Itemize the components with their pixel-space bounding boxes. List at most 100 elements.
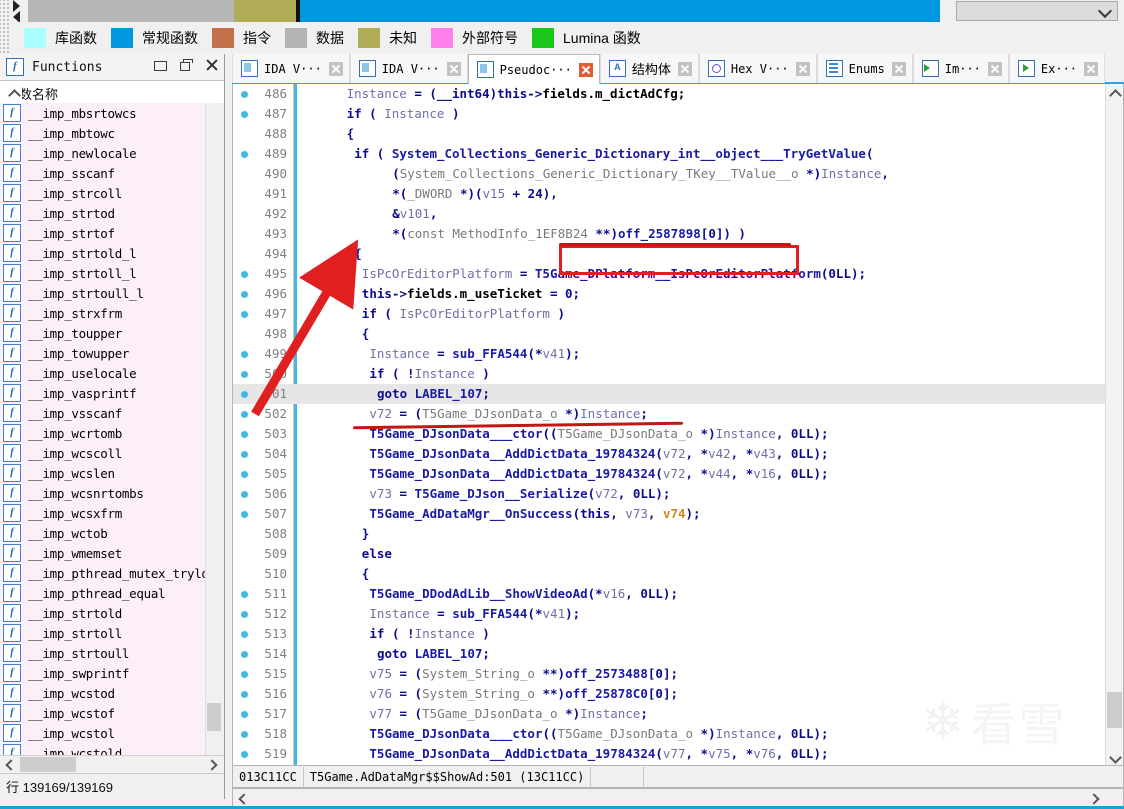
tab-close-icon[interactable] xyxy=(328,61,343,76)
code-line-490[interactable]: 490 (System_Collections_Generic_Dictionar… xyxy=(233,164,1105,184)
code-line-text[interactable]: T5Game_AdDataMgr__OnSuccess(this, v73, v… xyxy=(301,504,700,524)
tab-close-icon[interactable] xyxy=(1084,61,1099,76)
code-line-488[interactable]: 488 { xyxy=(233,124,1105,144)
code-line-517[interactable]: 517 v77 = (T5Game_DJsonData_o *)Instance; xyxy=(233,704,1105,724)
code-line-512[interactable]: 512 Instance = sub_FFA544(*v41); xyxy=(233,604,1105,624)
code-scroll-down-button[interactable] xyxy=(1106,749,1123,765)
code-line-503[interactable]: 503 T5Game_DJsonData___ctor((T5Game_DJson… xyxy=(233,424,1105,444)
function-list-item[interactable]: f __imp_swprintf xyxy=(0,663,206,683)
tab-close-icon[interactable] xyxy=(795,61,810,76)
code-line-text[interactable]: } xyxy=(301,524,370,544)
code-line-text[interactable]: T5Game_DJsonData__AddDictData_19784324(v… xyxy=(301,464,828,484)
tab-6[interactable]: Im··· xyxy=(912,54,1009,83)
code-line-text[interactable]: v75 = (System_String_o **)off_2573488[0]… xyxy=(301,664,678,684)
code-line-text[interactable]: else xyxy=(301,544,392,564)
breakpoint-dot-icon[interactable] xyxy=(241,611,248,618)
tab-close-icon[interactable] xyxy=(677,61,692,76)
function-list-item[interactable]: f __imp_wcrtomb xyxy=(0,423,206,443)
breakpoint-dot-icon[interactable] xyxy=(241,751,248,758)
restore-window-button[interactable] xyxy=(152,57,168,73)
code-line-text[interactable]: &v101, xyxy=(301,204,437,224)
code-line-506[interactable]: 506 v73 = T5Game_DJson__Serialize(v72, 0L… xyxy=(233,484,1105,504)
function-list-item[interactable]: f __imp_towupper xyxy=(0,343,206,363)
breakpoint-dot-icon[interactable] xyxy=(241,111,248,118)
function-list-item[interactable]: f __imp_wcsxfrm xyxy=(0,503,206,523)
code-line-486[interactable]: 486 Instance = (__int64)this->fields.m_di… xyxy=(233,84,1105,104)
code-hscroll-left-button[interactable] xyxy=(235,791,249,805)
code-line-509[interactable]: 509 else xyxy=(233,544,1105,564)
code-line-text[interactable]: v73 = T5Game_DJson__Serialize(v72, 0LL); xyxy=(301,484,670,504)
close-window-button[interactable] xyxy=(204,57,220,73)
breakpoint-dot-icon[interactable] xyxy=(241,631,248,638)
function-list-item[interactable]: f __imp_pthread_equal xyxy=(0,583,206,603)
function-list-item[interactable]: f __imp_wcsnrtombs xyxy=(0,483,206,503)
code-line-494[interactable]: 494 { xyxy=(233,244,1105,264)
code-line-text[interactable]: (System_Collections_Generic_Dictionary_T… xyxy=(301,164,889,184)
code-line-text[interactable]: goto LABEL_107; xyxy=(301,644,490,664)
function-list-item[interactable]: f __imp_mbtowc xyxy=(0,123,206,143)
breakpoint-dot-icon[interactable] xyxy=(241,471,248,478)
breakpoint-dot-icon[interactable] xyxy=(241,151,248,158)
function-list-item[interactable]: f __imp_strtoull xyxy=(0,643,206,663)
code-line-text[interactable]: if ( IsPcOrEditorPlatform ) xyxy=(301,304,565,324)
code-line-493[interactable]: 493 *(const MethodInfo_1EF8B24 **)off_258… xyxy=(233,224,1105,244)
code-hscroll-right-button[interactable] xyxy=(1087,791,1101,805)
function-list-item[interactable]: f __imp_strcoll xyxy=(0,183,206,203)
maximize-window-button[interactable] xyxy=(178,57,194,73)
code-line-508[interactable]: 508} xyxy=(233,524,1105,544)
function-list-item[interactable]: f __imp_strtoll_l xyxy=(0,263,206,283)
functions-hscroll-left-button[interactable] xyxy=(2,757,17,772)
code-line-text[interactable]: Instance = (__int64)this->fields.m_dictA… xyxy=(301,84,686,104)
code-line-513[interactable]: 513 if ( !Instance ) xyxy=(233,624,1105,644)
tab-1[interactable]: IDA V··· xyxy=(349,54,468,83)
breakpoint-dot-icon[interactable] xyxy=(241,731,248,738)
code-line-505[interactable]: 505 T5Game_DJsonData__AddDictData_1978432… xyxy=(233,464,1105,484)
function-list-item[interactable]: f __imp_wcslen xyxy=(0,463,206,483)
code-line-518[interactable]: 518 T5Game_DJsonData___ctor((T5Game_DJson… xyxy=(233,724,1105,744)
code-line-text[interactable]: goto LABEL_107; xyxy=(301,384,490,404)
code-line-515[interactable]: 515 v75 = (System_String_o **)off_2573488… xyxy=(233,664,1105,684)
code-line-text[interactable]: { xyxy=(301,244,362,264)
code-lines[interactable]: 486 Instance = (__int64)this->fields.m_di… xyxy=(233,84,1105,765)
functions-list[interactable]: f __imp_mbsrtowcs f __imp_mbtowc f __imp_newl… xyxy=(0,103,206,799)
functions-scroll-up-button[interactable] xyxy=(6,84,22,101)
function-list-item[interactable]: f __imp_strtold xyxy=(0,603,206,623)
code-line-text[interactable]: v78 = T5Game_DJson__Serialize(v77, 0LL); xyxy=(301,764,670,765)
breakpoint-dot-icon[interactable] xyxy=(241,491,248,498)
functions-vertical-scrollbar[interactable] xyxy=(205,103,223,799)
function-list-item[interactable]: f __imp_wcstof xyxy=(0,703,206,723)
navigator-segment-1[interactable] xyxy=(234,0,296,22)
navigator-band[interactable] xyxy=(28,0,948,22)
breakpoint-dot-icon[interactable] xyxy=(241,311,248,318)
function-list-item[interactable]: f __imp_vsscanf xyxy=(0,403,206,423)
tab-7[interactable]: Ex··· xyxy=(1008,54,1106,83)
breakpoint-dot-icon[interactable] xyxy=(241,591,248,598)
tab-close-icon[interactable] xyxy=(987,61,1002,76)
code-line-text[interactable]: *(const MethodInfo_1EF8B24 **)off_258789… xyxy=(301,224,746,244)
code-line-text[interactable]: IsPcOrEditorPlatform = T5Game_DPlatform_… xyxy=(301,264,866,284)
breakpoint-dot-icon[interactable] xyxy=(241,651,248,658)
functions-vscroll-thumb[interactable] xyxy=(207,703,221,731)
code-line-500[interactable]: 500 if ( !Instance ) xyxy=(233,364,1105,384)
tab-0[interactable]: IDA V··· xyxy=(232,54,350,83)
tab-5[interactable]: Enums xyxy=(816,54,913,83)
code-line-text[interactable]: if ( !Instance ) xyxy=(301,364,489,384)
function-list-item[interactable]: f __imp_wcscoll xyxy=(0,443,206,463)
functions-column-header[interactable]: 函数名称 xyxy=(0,81,224,104)
function-list-item[interactable]: f __imp_strtof xyxy=(0,223,206,243)
code-line-514[interactable]: 514 goto LABEL_107; xyxy=(233,644,1105,664)
function-list-item[interactable]: f __imp_strtold_l xyxy=(0,243,206,263)
code-line-487[interactable]: 487 if ( Instance ) xyxy=(233,104,1105,124)
code-line-text[interactable]: T5Game_DJsonData__AddDictData_19784324(v… xyxy=(301,744,828,764)
code-line-504[interactable]: 504 T5Game_DJsonData__AddDictData_1978432… xyxy=(233,444,1105,464)
pseudocode-view[interactable]: 486 Instance = (__int64)this->fields.m_di… xyxy=(232,84,1124,766)
code-line-492[interactable]: 492 &v101, xyxy=(233,204,1105,224)
code-line-text[interactable]: Instance = sub_FFA544(*v41); xyxy=(301,604,580,624)
breakpoint-dot-icon[interactable] xyxy=(241,91,248,98)
code-line-516[interactable]: 516 v76 = (System_String_o **)off_25878C0… xyxy=(233,684,1105,704)
code-line-495[interactable]: 495 IsPcOrEditorPlatform = T5Game_DPlatfo… xyxy=(233,264,1105,284)
code-line-499[interactable]: 499 Instance = sub_FFA544(*v41); xyxy=(233,344,1105,364)
breakpoint-dot-icon[interactable] xyxy=(241,351,248,358)
code-line-text[interactable]: if ( System_Collections_Generic_Dictiona… xyxy=(301,144,873,164)
functions-hscroll-right-button[interactable] xyxy=(205,757,220,772)
